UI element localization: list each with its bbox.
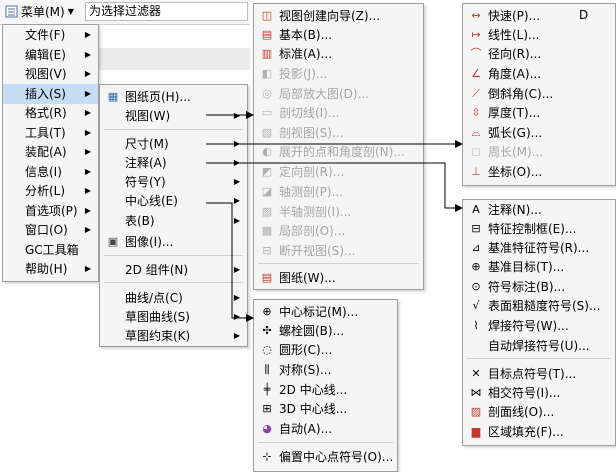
connector-lines bbox=[206, 111, 463, 322]
